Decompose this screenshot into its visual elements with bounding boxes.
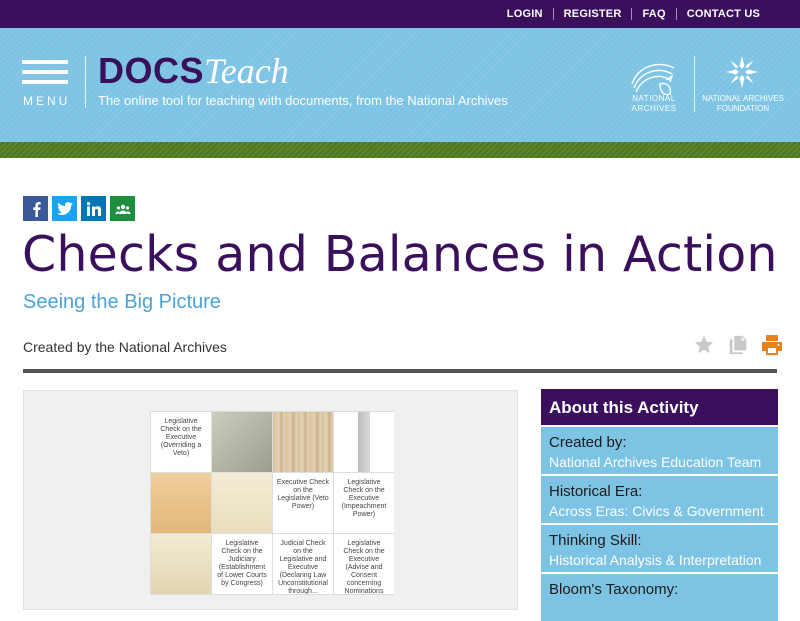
na-label-line: NATIONAL bbox=[632, 94, 676, 103]
activity-preview[interactable]: Legislative Check on the Executive (Over… bbox=[23, 390, 518, 610]
hamburger-icon bbox=[22, 80, 68, 84]
logo-docs-text: DOCS bbox=[98, 50, 205, 91]
contact-us-link[interactable]: CONTACT US bbox=[677, 8, 770, 20]
hamburger-icon bbox=[22, 60, 68, 64]
created-by-line: Created by the National Archives bbox=[23, 339, 227, 355]
page-subtitle: Seeing the Big Picture bbox=[23, 291, 221, 313]
site-header: MENU DOCSTeach The online tool for teach… bbox=[0, 28, 800, 142]
register-link[interactable]: REGISTER bbox=[554, 8, 632, 20]
about-item-label: Historical Era: bbox=[549, 483, 643, 500]
document-thumbnail[interactable] bbox=[151, 473, 211, 533]
section-divider bbox=[23, 369, 777, 373]
divider bbox=[694, 56, 695, 112]
divider bbox=[85, 56, 86, 108]
site-tagline: The online tool for teaching with docume… bbox=[98, 93, 508, 108]
print-icon[interactable] bbox=[760, 333, 784, 357]
document-thumbnail[interactable] bbox=[273, 412, 333, 472]
copy-icon[interactable] bbox=[726, 333, 750, 357]
foundation-label: NATIONAL ARCHIVES FOUNDATION bbox=[700, 94, 786, 114]
header-accent-stripe bbox=[0, 142, 800, 158]
faq-link[interactable]: FAQ bbox=[632, 8, 675, 20]
twitter-icon[interactable] bbox=[52, 196, 77, 221]
hamburger-icon bbox=[22, 70, 68, 74]
document-tile[interactable]: Judicial Check on the Legislative and Ex… bbox=[273, 534, 333, 594]
linkedin-icon[interactable] bbox=[81, 196, 106, 221]
about-item-created-by: Created by: National Archives Education … bbox=[541, 427, 778, 474]
naf-label-line: FOUNDATION bbox=[716, 104, 770, 113]
social-share bbox=[23, 196, 135, 221]
about-item-thinking-skill: Thinking Skill: Historical Analysis & In… bbox=[541, 525, 778, 572]
naf-label-line: NATIONAL ARCHIVES bbox=[702, 94, 784, 103]
na-label-line: ARCHIVES bbox=[631, 104, 677, 113]
document-grid: Legislative Check on the Executive (Over… bbox=[150, 411, 394, 595]
page-title: Checks and Balances in Action bbox=[22, 226, 778, 283]
top-utility-bar: LOGIN REGISTER FAQ CONTACT US bbox=[0, 0, 800, 28]
about-item-value[interactable]: Historical Analysis & Interpretation bbox=[549, 551, 770, 569]
about-item-label: Bloom's Taxonomy: bbox=[549, 581, 679, 598]
document-thumbnail[interactable] bbox=[212, 473, 272, 533]
document-thumbnail[interactable] bbox=[212, 412, 272, 472]
national-archives-label: NATIONAL ARCHIVES bbox=[626, 94, 682, 114]
top-links: LOGIN REGISTER FAQ CONTACT US bbox=[497, 0, 770, 28]
google-classroom-icon[interactable] bbox=[110, 196, 135, 221]
document-tile[interactable]: Legislative Check on the Executive (Advi… bbox=[334, 534, 394, 594]
about-item-value[interactable]: Across Eras: Civics & Government bbox=[549, 502, 770, 520]
document-tile[interactable]: Legislative Check on the Executive (Impe… bbox=[334, 473, 394, 533]
document-thumbnail[interactable] bbox=[334, 412, 394, 472]
star-icon[interactable] bbox=[692, 333, 716, 357]
about-item-historical-era: Historical Era: Across Eras: Civics & Go… bbox=[541, 476, 778, 523]
about-item-blooms-taxonomy: Bloom's Taxonomy: bbox=[541, 574, 778, 621]
document-tile[interactable]: Legislative Check on the Judiciary (Esta… bbox=[212, 534, 272, 594]
about-item-label: Created by: bbox=[549, 434, 627, 451]
logo-teach-text: Teach bbox=[204, 51, 289, 91]
activity-tools bbox=[692, 333, 784, 357]
login-link[interactable]: LOGIN bbox=[497, 8, 553, 20]
document-tile[interactable]: Executive Check on the Legislative (Veto… bbox=[273, 473, 333, 533]
about-item-label: Thinking Skill: bbox=[549, 532, 642, 549]
about-activity-panel: About this Activity Created by: National… bbox=[541, 389, 778, 621]
menu-button[interactable]: MENU bbox=[22, 60, 68, 110]
about-item-value[interactable]: National Archives Education Team bbox=[549, 453, 770, 471]
document-tile[interactable]: Legislative Check on the Executive (Over… bbox=[151, 412, 211, 472]
about-heading: About this Activity bbox=[541, 389, 778, 425]
menu-label: MENU bbox=[23, 94, 71, 108]
facebook-icon[interactable] bbox=[23, 196, 48, 221]
docsteach-logo[interactable]: DOCSTeach bbox=[98, 50, 289, 92]
foundation-star-icon[interactable] bbox=[724, 54, 760, 90]
document-thumbnail[interactable] bbox=[151, 534, 211, 594]
